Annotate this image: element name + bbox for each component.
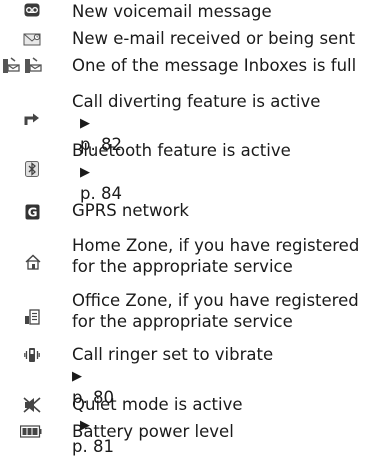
item-description: for the appropriate service bbox=[72, 312, 293, 331]
item-description: Call ringer set to vibrate bbox=[72, 345, 274, 364]
item-description: for the appropriate service bbox=[72, 257, 293, 276]
item-description: GPRS network bbox=[72, 201, 189, 220]
inbox-full-icon bbox=[0, 55, 70, 81]
call-divert-icon bbox=[0, 91, 70, 125]
battery-icon bbox=[0, 421, 70, 447]
bluetooth-icon bbox=[0, 140, 70, 177]
item-description: Bluetooth feature is active bbox=[72, 141, 291, 160]
item-description: Battery power level bbox=[72, 422, 234, 441]
arrow-right-icon: ▶ bbox=[80, 165, 90, 180]
item-description: Home Zone, if you have registered bbox=[72, 236, 360, 255]
item-description: One of the message Inboxes is full bbox=[72, 56, 357, 75]
status-icon-list: New voicemail message New e-mail receive… bbox=[0, 0, 384, 456]
gprs-icon: G bbox=[0, 200, 70, 226]
home-zone-icon bbox=[0, 235, 70, 270]
vibrate-icon bbox=[0, 344, 70, 370]
item-description: Call diverting feature is active bbox=[72, 92, 321, 111]
arrow-right-icon: ▶ bbox=[72, 369, 82, 384]
office-zone-icon bbox=[0, 290, 70, 325]
arrow-right-icon: ▶ bbox=[80, 116, 90, 131]
voicemail-icon bbox=[0, 1, 70, 27]
item-description: New voicemail message bbox=[72, 2, 272, 21]
item-description: Office Zone, if you have registered bbox=[72, 291, 359, 310]
envelope-icon bbox=[0, 28, 70, 54]
quiet-mode-icon bbox=[0, 394, 70, 420]
svg-text:G: G bbox=[28, 206, 38, 220]
item-description: New e-mail received or being sent bbox=[72, 29, 356, 48]
page-reference: ▶ p. 84 bbox=[72, 161, 291, 204]
